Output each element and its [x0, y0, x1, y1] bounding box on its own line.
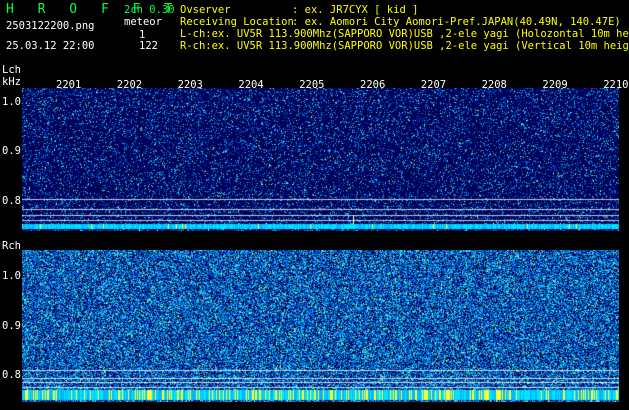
lch-label: Lch: [2, 64, 21, 76]
meteor-count-rch: 122: [139, 40, 158, 52]
rch-ytick-3: 0.8: [2, 369, 21, 381]
location-label: Receiving Location: [180, 16, 294, 28]
lch-ytick-3: 0.8: [2, 195, 21, 207]
observer-label: Ovserver: [180, 4, 231, 16]
file-name: 2503122200.png: [6, 20, 95, 32]
rch-waterfall: [22, 250, 619, 402]
rch-ytick-1: 1.0: [2, 270, 21, 282]
lch-ytick-1: 1.0: [2, 96, 21, 108]
rch-description: R-ch:ex. UV5R 113.900Mhz(SAPPORO VOR)USB…: [180, 41, 629, 52]
rch-ytick-2: 0.9: [2, 320, 21, 332]
meteor-label: meteor: [124, 16, 162, 28]
channel-mode: 2ch 0.30: [124, 4, 175, 16]
lch-ytick-2: 0.9: [2, 145, 21, 157]
observer-value: : ex. JR7CYX [ kid ]: [292, 4, 419, 16]
lch-unit-label: kHz: [2, 76, 21, 88]
location-value: : ex. Aomori City Aomori-Pref.JAPAN(40.4…: [292, 16, 621, 28]
lch-description: L-ch:ex. UV5R 113.900Mhz(SAPPORO VOR)USB…: [180, 29, 629, 40]
rch-label: Rch: [2, 240, 21, 252]
lch-waterfall: [22, 88, 619, 231]
date-time: 25.03.12 22:00: [6, 40, 95, 52]
